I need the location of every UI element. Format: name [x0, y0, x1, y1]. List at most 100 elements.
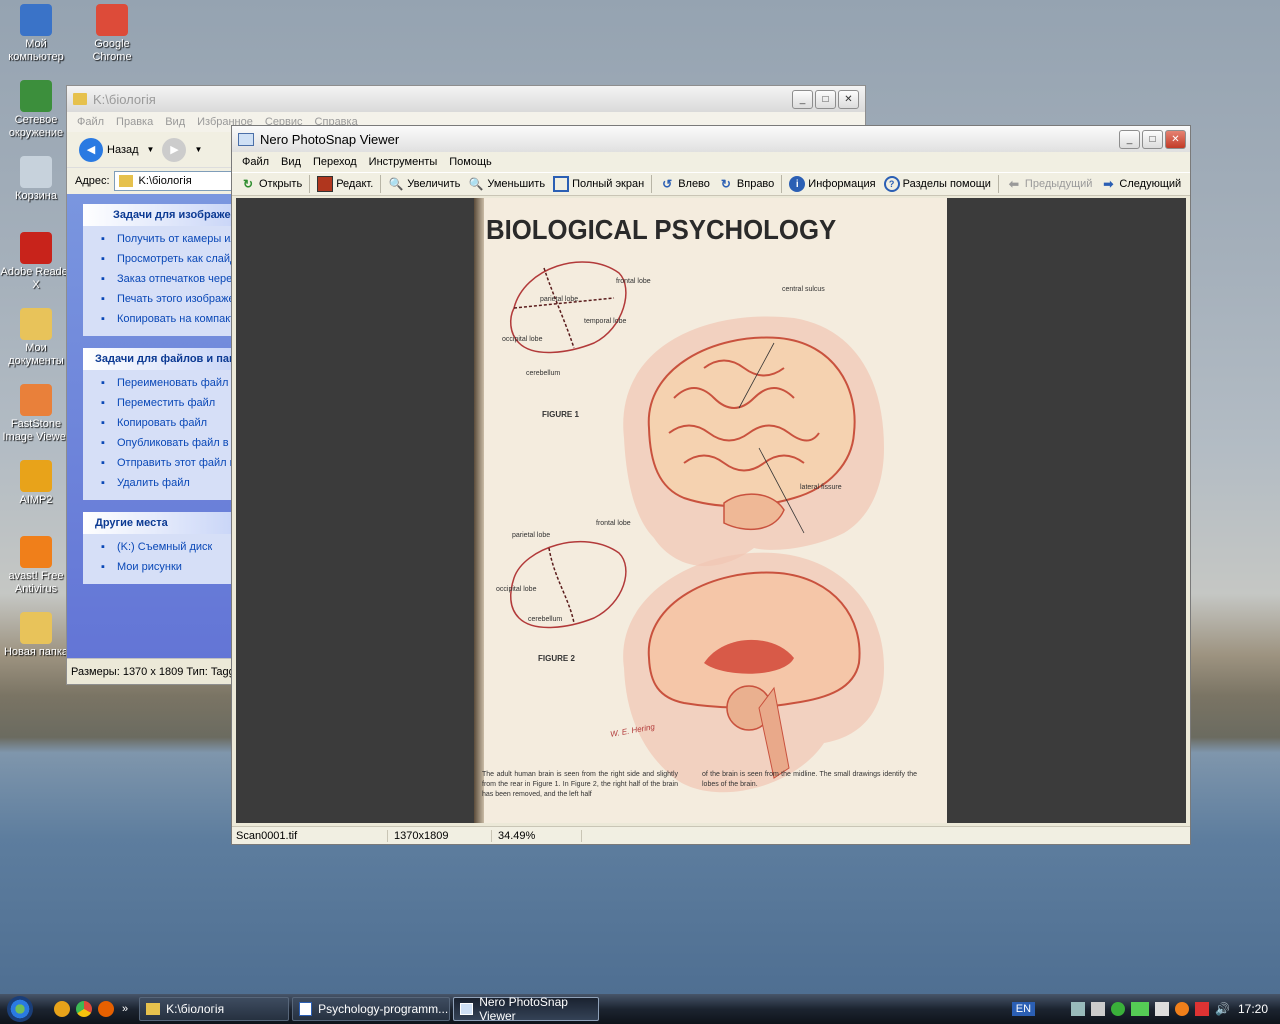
desktop-icon[interactable]: Мои документы [0, 308, 72, 368]
taskbar-item-viewer[interactable]: Nero PhotoSnap Viewer [453, 995, 600, 1023]
task-link[interactable]: ▪Заказ отпечатков через Интернет [83, 270, 237, 290]
tray-volume-icon[interactable]: 🔊 [1215, 1002, 1230, 1016]
cd-icon: ▪ [101, 313, 105, 325]
task-link[interactable]: ▪ Переименовать файл [83, 374, 237, 394]
rotate-right-button[interactable]: ↻ Вправо [714, 176, 778, 192]
desktop-icon[interactable]: avast! Free Antivirus [0, 536, 72, 596]
task-link[interactable]: ▪ Копировать файл [83, 414, 237, 434]
tray-monitor-icon[interactable] [1155, 1002, 1170, 1016]
desktop-icon[interactable]: Мой компьютер [0, 4, 72, 64]
menu-item[interactable]: Правка [110, 116, 159, 128]
image-tasks-header[interactable]: Задачи для изображений [83, 204, 237, 226]
tray-messenger-icon[interactable] [1111, 1002, 1126, 1016]
edit-button[interactable]: Редакт. [313, 176, 377, 192]
menu-item[interactable]: Вид [159, 116, 191, 128]
info-button[interactable]: i Информация [785, 176, 879, 192]
viewer-title: Nero PhotoSnap Viewer [260, 131, 400, 147]
quicklaunch-aimp-icon[interactable] [54, 1001, 70, 1017]
tray-avast-icon[interactable] [1175, 1002, 1190, 1016]
tray-hardware-icon[interactable] [1091, 1002, 1106, 1016]
task-link[interactable]: ▪Копировать на компакт-диск [83, 310, 237, 330]
menu-item[interactable]: Помощь [443, 156, 498, 168]
forward-arrow-icon[interactable]: ▶ [162, 137, 187, 162]
task-link[interactable]: ▪ Переместить файл [83, 394, 237, 414]
desktop-icon-label: Мой компьютер [8, 38, 64, 63]
open-button[interactable]: ↻ Открыть [236, 176, 306, 192]
back-arrow-icon[interactable]: ◀ [79, 137, 103, 162]
desktop-icon[interactable]: Adobe Reader X [0, 232, 72, 292]
tray-connection-icon[interactable] [1131, 1002, 1150, 1016]
zoom-out-button[interactable]: 🔍 Уменьшить [464, 176, 549, 192]
windows-logo-icon [7, 996, 33, 1022]
task-pane: Задачи для изображений ▪ Получить от каме… [67, 194, 237, 658]
task-link[interactable]: ▪Просмотреть как слайд-шоу [83, 250, 237, 270]
start-button[interactable] [0, 994, 40, 1024]
minimize-button[interactable]: _ [792, 89, 813, 109]
task-link[interactable]: ▪Отправить этот файл по электронной почт… [83, 454, 237, 474]
menu-item[interactable]: Вид [275, 156, 307, 168]
task-link[interactable]: ▪ Удалить файл [83, 474, 237, 494]
close-button[interactable]: ✕ [1165, 129, 1186, 149]
previous-button[interactable]: ⬅ Предыдущий [1002, 176, 1096, 192]
toolbar-separator [997, 175, 999, 193]
desktop-icon[interactable]: Сетевое окружение [0, 80, 72, 140]
help-icon: ? [883, 176, 900, 192]
word-document-icon [299, 1002, 313, 1016]
close-button[interactable]: ✕ [838, 89, 859, 109]
tray-antivirus-icon[interactable] [1195, 1002, 1210, 1016]
back-button[interactable]: Назад [107, 144, 139, 156]
image-canvas[interactable]: BIOLOGICAL PSYCHOLOGY central sulcus fro… [236, 198, 1186, 823]
desktop-icon-label: Adobe Reader X [0, 266, 72, 291]
desktop-icon[interactable]: Google Chrome [76, 4, 148, 64]
desktop-icon[interactable]: Новая папка [0, 612, 72, 659]
label-temporal-lobe: temporal lobe [584, 318, 627, 325]
toolbar-separator [380, 175, 382, 193]
file-tasks-header[interactable]: Задачи для файлов и папок [83, 348, 237, 370]
quicklaunch-chrome-icon[interactable] [76, 1001, 92, 1017]
menu-item[interactable]: Инструменты [363, 156, 444, 168]
viewer-titlebar[interactable]: Nero PhotoSnap Viewer _ □ ✕ [232, 126, 1190, 152]
desktop-icon[interactable]: FastStone Image Viewer [0, 384, 72, 444]
minimize-button[interactable]: _ [1119, 129, 1140, 149]
language-indicator[interactable]: EN [1011, 1002, 1036, 1016]
desktop-icon[interactable]: AIMP2 [0, 460, 72, 507]
desktop-icon-label: FastStone Image Viewer [2, 418, 70, 443]
desktop-icon-label: Корзина [15, 190, 57, 202]
task-link[interactable]: ▪Опубликовать файл в вебе [83, 434, 237, 454]
info-icon: i [789, 176, 806, 192]
menu-item[interactable]: Файл [71, 116, 110, 128]
desktop-icon[interactable]: Корзина [0, 156, 72, 203]
zoom-in-button[interactable]: 🔍 Увеличить [384, 176, 464, 192]
desktop-icon-label: Новая папка [3, 646, 69, 658]
clock[interactable]: 17:20 [1238, 1002, 1268, 1016]
viewer-window[interactable]: Nero PhotoSnap Viewer _ □ ✕ Файл Вид Перех… [231, 125, 1191, 845]
quicklaunch-firefox-icon[interactable] [98, 1001, 114, 1017]
maximize-button[interactable]: □ [815, 89, 836, 109]
folder-icon [73, 93, 87, 105]
taskbar-item-explorer[interactable]: K:\біологія [139, 997, 290, 1021]
viewer-statusbar: Scan0001.tif 1370x1809 34.49% [232, 826, 1190, 844]
zoom-in-icon: 🔍 [388, 177, 404, 191]
help-button[interactable]: ? Разделы помощи [880, 176, 995, 192]
taskbar-item-word[interactable]: Psychology-programm... [292, 997, 451, 1021]
task-link[interactable]: ▪Получить от камеры или сканера [83, 230, 237, 250]
next-button[interactable]: ➡ Следующий [1096, 176, 1185, 192]
label-cerebellum: cerebellum [526, 370, 561, 377]
task-link[interactable]: ▪ (K:) Съемный диск [83, 538, 237, 558]
explorer-titlebar[interactable]: K:\біологія _ □ ✕ [67, 86, 865, 112]
chevron-down-icon[interactable]: ▼ [147, 145, 155, 154]
quicklaunch-chevron-icon[interactable]: » [122, 1003, 128, 1015]
folder-icon [118, 175, 133, 187]
task-link[interactable]: ▪ Мои рисунки [83, 558, 237, 578]
rotate-left-button[interactable]: ↺ Влево [655, 176, 714, 192]
places-header[interactable]: Другие места [83, 512, 237, 534]
my-documents-icon [20, 308, 52, 340]
task-link[interactable]: ▪Печать этого изображения [83, 290, 237, 310]
fullscreen-button[interactable]: Полный экран [549, 176, 648, 192]
menu-item[interactable]: Переход [307, 156, 363, 168]
toolbar-separator [309, 175, 311, 193]
menu-item[interactable]: Файл [236, 156, 275, 168]
maximize-button[interactable]: □ [1142, 129, 1163, 149]
chevron-down-icon[interactable]: ▼ [194, 145, 202, 154]
tray-network-icon[interactable] [1071, 1002, 1086, 1016]
